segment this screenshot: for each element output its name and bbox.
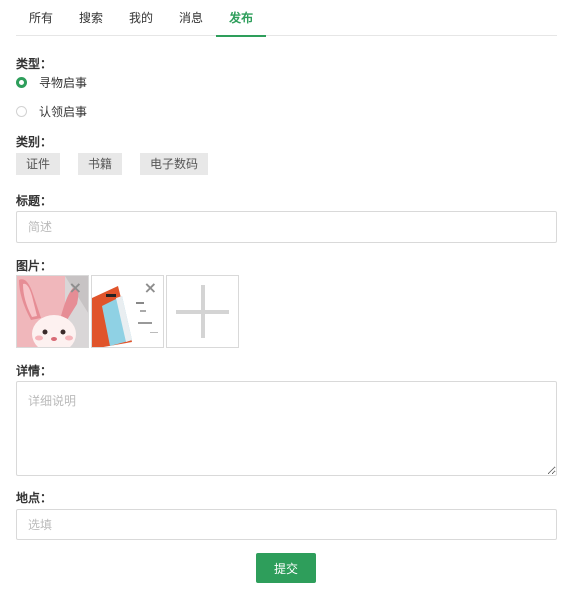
radio-checked-icon[interactable] xyxy=(16,77,27,88)
category-chip-books[interactable]: 书籍 xyxy=(78,153,123,175)
tab-messages[interactable]: 消息 xyxy=(166,0,216,36)
radio-unchecked-icon[interactable] xyxy=(16,106,27,117)
title-label: 标题： xyxy=(16,194,53,208)
image-uploads: × × xyxy=(16,275,239,348)
detail-label: 详情： xyxy=(16,364,53,378)
category-label: 类别： xyxy=(16,135,53,149)
detail-textarea[interactable] xyxy=(16,381,557,476)
images-label: 图片： xyxy=(16,259,53,273)
category-chip-id[interactable]: 证件 xyxy=(16,153,61,175)
radio-lost-item-label: 寻物启事 xyxy=(39,76,88,90)
location-input[interactable] xyxy=(16,509,557,540)
remove-image-icon[interactable]: × xyxy=(69,280,82,296)
radio-lost-item[interactable]: 寻物启事 xyxy=(16,74,87,91)
image-thumb-bunny[interactable]: × xyxy=(16,275,89,348)
tab-search[interactable]: 搜索 xyxy=(66,0,116,36)
type-label: 类型： xyxy=(16,57,53,71)
tab-bar: 所有 搜索 我的 消息 发布 xyxy=(16,0,557,37)
image-thumb-phone[interactable]: × xyxy=(91,275,164,348)
remove-image-icon[interactable]: × xyxy=(144,280,157,296)
submit-button[interactable]: 提交 xyxy=(256,553,316,583)
location-label: 地点： xyxy=(16,491,53,505)
radio-found-item-label: 认领启事 xyxy=(39,105,88,119)
tab-publish[interactable]: 发布 xyxy=(216,0,267,37)
category-chips: 证件 书籍 电子数码 xyxy=(16,153,226,175)
category-chip-electronics[interactable]: 电子数码 xyxy=(140,153,209,175)
plus-icon-vertical xyxy=(201,285,205,338)
add-image-button[interactable] xyxy=(166,275,239,348)
title-input[interactable] xyxy=(16,211,557,243)
tab-mine[interactable]: 我的 xyxy=(116,0,166,36)
tab-all[interactable]: 所有 xyxy=(16,0,66,36)
radio-found-item[interactable]: 认领启事 xyxy=(16,103,87,120)
